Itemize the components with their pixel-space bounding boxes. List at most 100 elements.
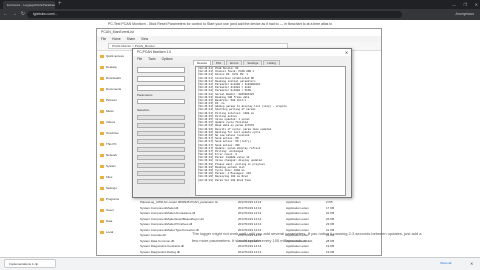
dialog-menu-tools[interactable]: Tools xyxy=(148,56,155,62)
address-bar[interactable]: tgiebubu.com/... xyxy=(27,11,402,18)
sidebar-item-label: Network xyxy=(106,153,118,157)
sidebar-item[interactable]: Videos xyxy=(97,117,134,128)
sidebar-item-label: Documents xyxy=(106,87,122,91)
dialog-menu: File Tools Options xyxy=(133,56,193,62)
selection-label: Selection xyxy=(137,108,150,112)
tab-results[interactable]: Results xyxy=(193,60,212,65)
dialog-dropdown-1[interactable] xyxy=(137,67,185,73)
folder-icon xyxy=(100,132,104,135)
sidebar-item[interactable]: Downloads xyxy=(97,73,134,84)
forward-button[interactable]: → xyxy=(12,10,17,19)
sidebar-item[interactable]: System xyxy=(97,161,134,172)
minimize-button[interactable]: — xyxy=(452,0,456,9)
file-row[interactable]: PlanesLog_CWD AC output 0090345 PCAN_par… xyxy=(140,200,370,205)
file-name: System.ComponentModel.dll xyxy=(140,205,179,210)
sidebar-item-label: Desktop xyxy=(106,65,118,69)
reload-button[interactable]: ↻ xyxy=(21,10,25,19)
account-area[interactable]: Anonymous xyxy=(408,10,474,19)
sidebar-item[interactable]: Settings xyxy=(97,183,134,194)
dialog-menu-options[interactable]: Options xyxy=(162,56,173,62)
new-tab-button[interactable]: + xyxy=(58,1,64,9)
dialog-button-9[interactable] xyxy=(137,179,185,184)
folder-icon xyxy=(100,187,104,190)
sidebar-item-label: Pictures xyxy=(106,98,117,102)
folder-icon xyxy=(100,121,104,124)
dialog-dropdown-2[interactable] xyxy=(137,76,185,82)
sidebar-item[interactable]: Users xyxy=(97,205,134,216)
folder-icon xyxy=(100,110,104,113)
dialog-button-2[interactable] xyxy=(137,123,185,128)
sidebar-item[interactable]: Documents xyxy=(97,84,134,95)
window-controls: — ❐ ✕ xyxy=(452,0,478,9)
tab-listing-log[interactable]: Listing Log xyxy=(263,60,280,70)
dialog-title: PC-PCAN Monitorn 1.0 xyxy=(133,49,351,56)
folder-icon xyxy=(100,55,104,58)
dialog-button-5[interactable] xyxy=(137,147,185,152)
show-all-downloads-link[interactable]: Show all xyxy=(440,259,466,268)
sidebar-item-label: Downloads xyxy=(106,76,121,80)
file-size: 2 KB xyxy=(326,200,333,204)
sidebar-item[interactable]: OneDrive xyxy=(97,128,134,139)
folder-icon xyxy=(100,77,104,80)
file-size: 91 KB xyxy=(326,211,335,215)
folder-icon xyxy=(100,154,104,157)
file-row[interactable]: System.ComponentModel.Annotations.dll 201… xyxy=(140,211,370,216)
sidebar-item[interactable]: Data xyxy=(97,216,134,227)
sidebar-item[interactable]: Desktop xyxy=(97,62,134,73)
sidebar-item[interactable]: Network xyxy=(97,150,134,161)
folder-icon xyxy=(100,99,104,102)
file-type: Application exten xyxy=(286,211,309,215)
dialog-button-8[interactable] xyxy=(137,171,185,176)
file-row[interactable]: System.ComponentModel.dll 2017/04/19 14:1… xyxy=(140,206,370,211)
browser-tab[interactable]: Enclosure - LuggagePublicParameters... xyxy=(3,1,55,9)
tab-plot[interactable]: Plot xyxy=(212,60,226,65)
tab-close-icon[interactable]: × xyxy=(49,1,54,9)
dialog-button-6[interactable] xyxy=(137,155,185,160)
browser-tab-bar xyxy=(0,0,480,9)
sidebar-item-label: Quick access xyxy=(106,54,124,58)
navigation-buttons: ← → ↻ xyxy=(3,10,25,19)
sidebar-item[interactable]: Programs xyxy=(97,194,134,205)
dialog-menu-file[interactable]: File xyxy=(137,56,142,62)
file-type: Application exten xyxy=(286,222,309,226)
file-row[interactable]: System.ComponentModel.Primitives.dll 2017… xyxy=(140,222,370,227)
back-button[interactable]: ← xyxy=(3,10,8,19)
dialog-button-4[interactable] xyxy=(137,139,185,144)
file-row[interactable]: System.ComponentModel.EventBasedAsync.dl… xyxy=(140,217,370,222)
sidebar-item-label: Settings xyxy=(106,186,117,190)
file-date: 2017/04/19 14:13 xyxy=(238,205,262,210)
tab-errors[interactable]: Errors xyxy=(226,60,243,65)
sidebar-item-label: Programs xyxy=(106,197,120,201)
parameters-label: Parameters xyxy=(137,93,153,97)
maximize-button[interactable]: ❐ xyxy=(464,0,468,9)
close-window-button[interactable]: ✕ xyxy=(475,0,478,9)
sidebar-item[interactable]: Local xyxy=(97,227,134,238)
download-item[interactable]: Implementations 1.zip xyxy=(4,259,56,268)
answer-text: The logger might not work well until you… xyxy=(192,231,422,243)
explorer-sidebar: Quick access Desktop Downloads Documents Pic… xyxy=(97,51,134,255)
sidebar-item[interactable]: This PC xyxy=(97,139,134,150)
folder-icon xyxy=(100,88,104,91)
file-size: 23 KB xyxy=(326,222,335,226)
sidebar-item-label: Users xyxy=(106,208,114,212)
dialog-button-1[interactable] xyxy=(137,115,185,120)
dialog-close-icon[interactable]: ✕ xyxy=(343,49,350,56)
log-output[interactable]: [08:46:11] PCAN Monitor OK [08:46:11] Cha… xyxy=(195,66,346,196)
download-bar-close-icon[interactable]: ✕ xyxy=(470,259,476,268)
sidebar-item[interactable]: Music xyxy=(97,106,134,117)
file-name: System.ComponentModel.Primitives.dll xyxy=(140,222,193,226)
sidebar-item[interactable]: Files xyxy=(97,172,134,183)
sidebar-item-label: This PC xyxy=(106,142,117,146)
sidebar-item-label: Videos xyxy=(106,120,116,124)
file-type: Application exten xyxy=(286,205,309,210)
file-size: 17 KB xyxy=(326,205,335,210)
dialog-button-7[interactable] xyxy=(137,163,185,168)
tab-settings[interactable]: Settings xyxy=(243,60,263,65)
dialog-button-3[interactable] xyxy=(137,131,185,136)
sidebar-item[interactable]: Quick access xyxy=(97,51,134,62)
folder-icon xyxy=(100,198,104,201)
sidebar-item[interactable]: Pictures xyxy=(97,95,134,106)
dialog-input-2[interactable] xyxy=(137,99,185,104)
dialog-input-1[interactable] xyxy=(137,85,185,91)
folder-icon xyxy=(100,165,104,168)
